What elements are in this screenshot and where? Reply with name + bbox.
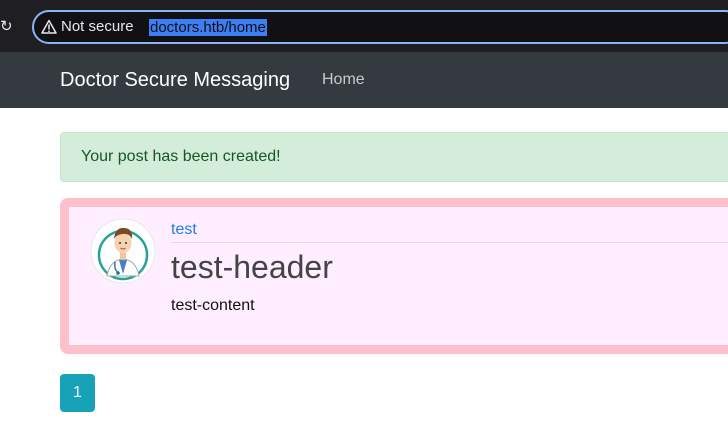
pagination-page-1[interactable]: 1 [60,374,95,412]
nav-home-link[interactable]: Home [322,70,365,90]
post-content: test-content [171,297,255,314]
reload-icon[interactable]: ↻ [0,18,14,36]
alert-message: Your post has been created! [81,148,281,165]
address-bar[interactable] [32,10,728,44]
doctor-avatar-icon [90,218,156,284]
brand-link[interactable]: Doctor Secure Messaging [60,68,290,92]
post-title: test-header [171,249,333,285]
post-author-link[interactable]: test [171,220,197,240]
post-card [60,198,728,354]
warning-icon[interactable] [41,19,57,35]
post-divider [171,242,728,243]
security-label[interactable]: Not secure [61,18,134,36]
url-text[interactable]: doctors.htb/home [149,19,267,36]
